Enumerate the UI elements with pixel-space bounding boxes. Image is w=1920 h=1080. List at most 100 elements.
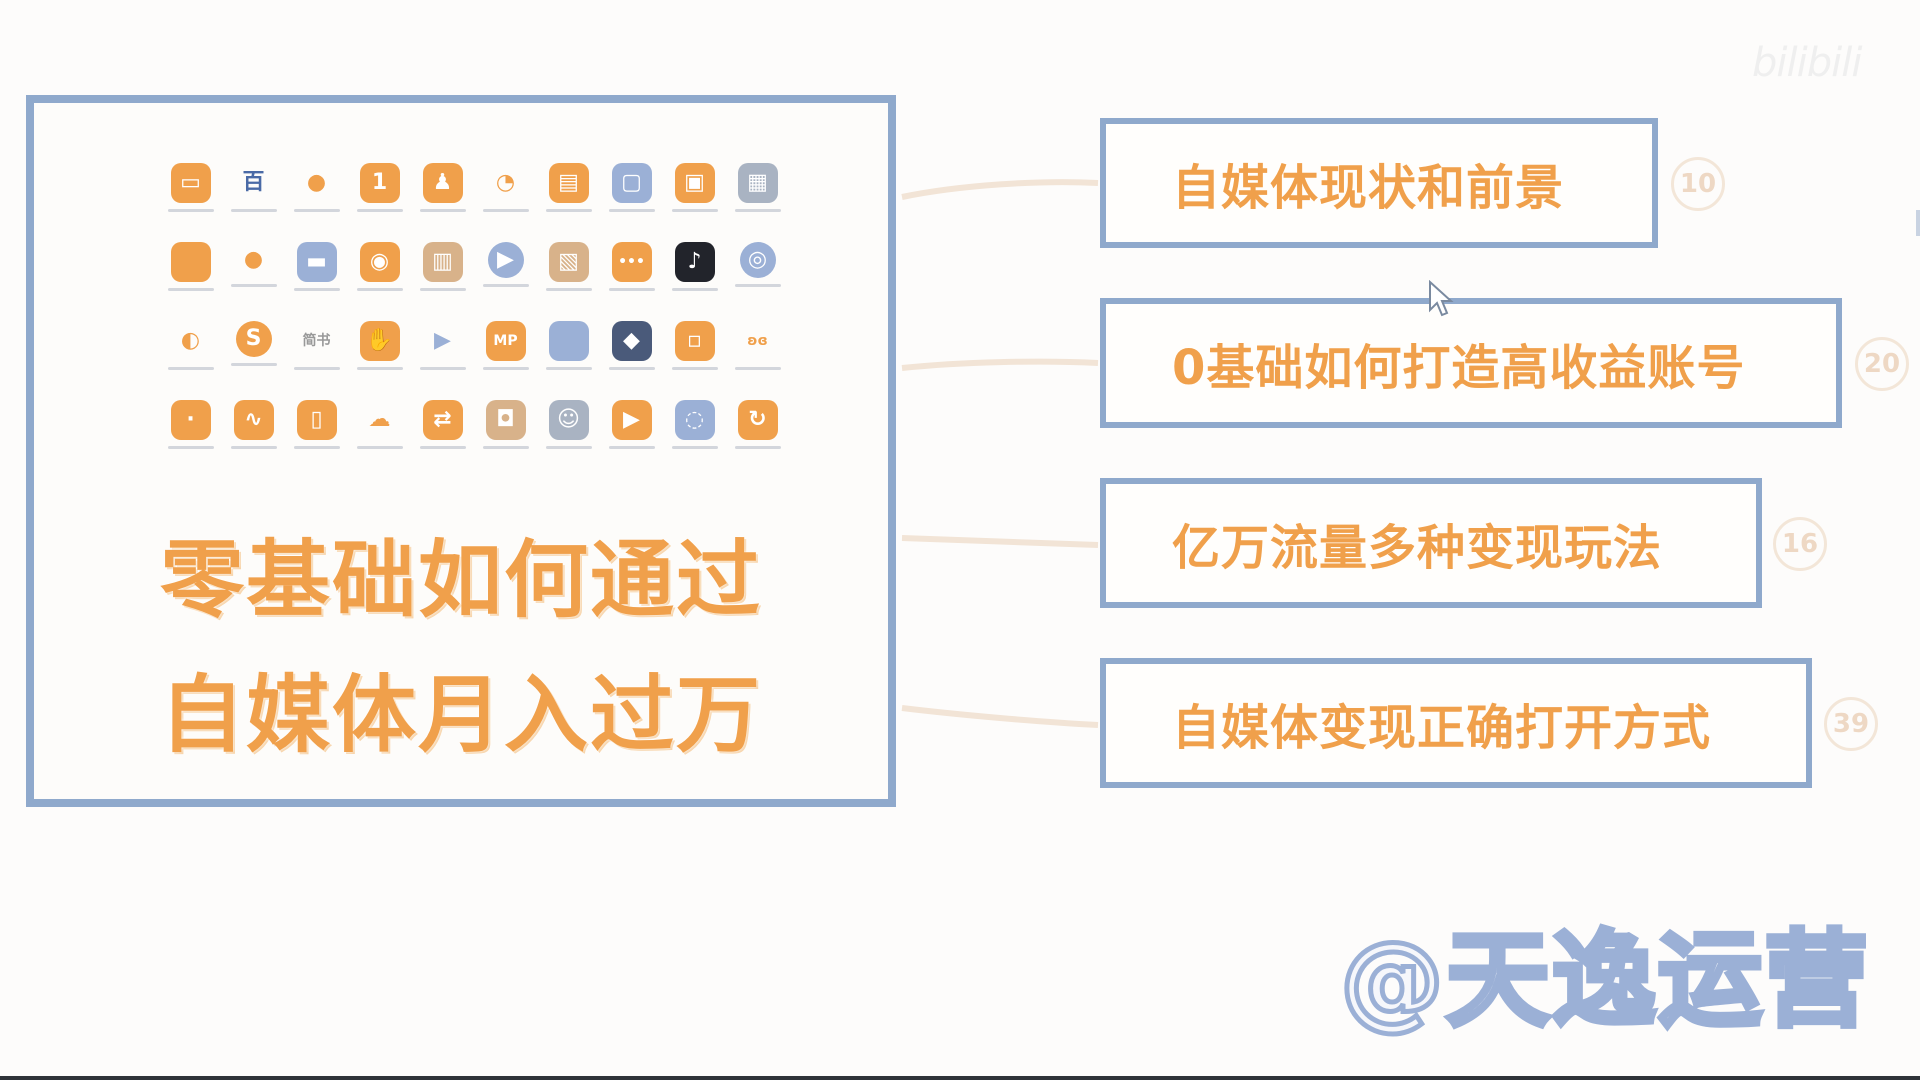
weibo-icon: ◐ — [180, 328, 201, 353]
app-label-placeholder — [482, 284, 529, 287]
chat-dots-icon: ••• — [611, 242, 652, 282]
app-label-placeholder — [293, 288, 340, 291]
bilibili-watermark: bilibili — [1752, 40, 1862, 86]
app-label-placeholder — [293, 367, 340, 370]
flame-icon: ● — [306, 170, 327, 195]
calendar-icon: 1 — [359, 163, 400, 203]
topic-box-2[interactable]: 0基础如何打造高收益账号 — [1100, 298, 1842, 428]
app-label-placeholder — [482, 209, 529, 212]
app-item: ▣ — [663, 163, 726, 212]
app-item: ◆ — [600, 321, 663, 370]
connector-3 — [901, 535, 1099, 548]
app-label-placeholder — [608, 367, 655, 370]
hand-icon: ✋ — [359, 321, 400, 361]
app-item: ▫ — [663, 321, 726, 370]
media-icon: ▤ — [548, 163, 589, 203]
app-item: ⇄ — [411, 400, 474, 449]
app-item: 1 — [348, 163, 411, 212]
app-label-placeholder — [734, 446, 781, 449]
app-label-placeholder — [419, 367, 466, 370]
app-item: ◐ — [159, 321, 222, 370]
app-item: ▬ — [285, 242, 348, 291]
text-logo-icon: 简书 — [302, 333, 331, 349]
connector-2 — [901, 358, 1099, 371]
app-label-placeholder — [356, 367, 403, 370]
blue-square-icon — [548, 321, 589, 361]
connector-4 — [901, 705, 1099, 728]
topic-count-1: 10 — [1671, 157, 1725, 211]
photo-icon: ▦ — [737, 163, 778, 203]
topic-count-3: 16 — [1773, 517, 1827, 571]
app-label-placeholder — [167, 288, 214, 291]
app-item: ʚɞ — [726, 321, 789, 370]
tiktok-icon: ♪ — [674, 242, 715, 282]
app-label-placeholder — [545, 288, 592, 291]
app-item: ♪ — [663, 242, 726, 291]
app-item: ••• — [600, 242, 663, 291]
app-item: ∿ — [222, 400, 285, 449]
topic-title-3: 亿万流量多种变现玩法 — [1172, 520, 1663, 576]
app-label-placeholder — [167, 367, 214, 370]
app-label-placeholder — [356, 288, 403, 291]
topic-title-1: 自媒体现状和前景 — [1172, 160, 1565, 216]
app-item: ▭ — [159, 163, 222, 212]
connector-1 — [901, 179, 1099, 200]
app-label-placeholder — [671, 209, 718, 212]
app-label-placeholder — [419, 288, 466, 291]
newspaper-icon: 百 — [242, 170, 265, 195]
app-label-placeholder — [356, 209, 403, 212]
topic-count-4: 39 — [1824, 697, 1878, 751]
app-label-placeholder — [608, 209, 655, 212]
app-label-placeholder — [230, 209, 277, 212]
square-dot-icon: · — [170, 400, 211, 440]
app-item: ▶ — [600, 400, 663, 449]
orange-square-icon — [170, 242, 211, 282]
app-item: ↻ — [726, 400, 789, 449]
app-item: ♟ — [411, 163, 474, 212]
wechat-icon: ◎ — [739, 242, 776, 278]
book-icon: ▯ — [296, 400, 337, 440]
app-label-placeholder — [167, 446, 214, 449]
headline-line-2: 自媒体月入过万 — [159, 666, 762, 764]
app-item: ◌ — [663, 400, 726, 449]
author-watermark: @天逸运营 — [1337, 917, 1871, 1044]
app-label-placeholder — [734, 209, 781, 212]
app-label-placeholder — [608, 288, 655, 291]
app-label-placeholder — [671, 446, 718, 449]
refresh-icon: ↻ — [737, 400, 778, 440]
app-item: ▥ — [411, 242, 474, 291]
app-label-placeholder — [734, 367, 781, 370]
app-item: ▯ — [285, 400, 348, 449]
app-item: 简书 — [285, 321, 348, 370]
app-label-placeholder — [671, 367, 718, 370]
app-label-placeholder — [230, 284, 277, 287]
topic-box-4[interactable]: 自媒体变现正确打开方式 — [1100, 658, 1812, 788]
scrollbar-handle[interactable] — [1916, 210, 1920, 236]
app-item: ☁ — [348, 400, 411, 449]
app-item: ● — [222, 242, 285, 291]
mouse-cursor-icon — [1429, 280, 1454, 317]
dot-icon: ● — [243, 247, 264, 272]
clock-icon: ▣ — [674, 163, 715, 203]
app-label-placeholder — [230, 363, 277, 366]
bag-icon: ◘ — [485, 400, 526, 440]
app-item: S — [222, 321, 285, 370]
cloud-icon: ☁ — [368, 407, 391, 432]
bottom-edge — [0, 1076, 1920, 1080]
mic-icon: ◌ — [674, 400, 715, 440]
app-item: ▢ — [600, 163, 663, 212]
topic-box-1[interactable]: 自媒体现状和前景 — [1100, 118, 1658, 248]
app-label-placeholder — [734, 284, 781, 287]
app-item: ▶ — [474, 242, 537, 291]
swirl-icon: ◔ — [495, 170, 516, 195]
mp-icon: MP — [485, 321, 526, 361]
ticket-icon: ▭ — [170, 163, 211, 203]
app-item: MP — [474, 321, 537, 370]
app-label-placeholder — [230, 446, 277, 449]
app-item: ◎ — [726, 242, 789, 291]
app-item — [159, 242, 222, 291]
app-item: 百 — [222, 163, 285, 212]
app-label-placeholder — [671, 288, 718, 291]
penguin-icon: ♟ — [422, 163, 463, 203]
topic-box-3[interactable]: 亿万流量多种变现玩法 — [1100, 478, 1762, 608]
